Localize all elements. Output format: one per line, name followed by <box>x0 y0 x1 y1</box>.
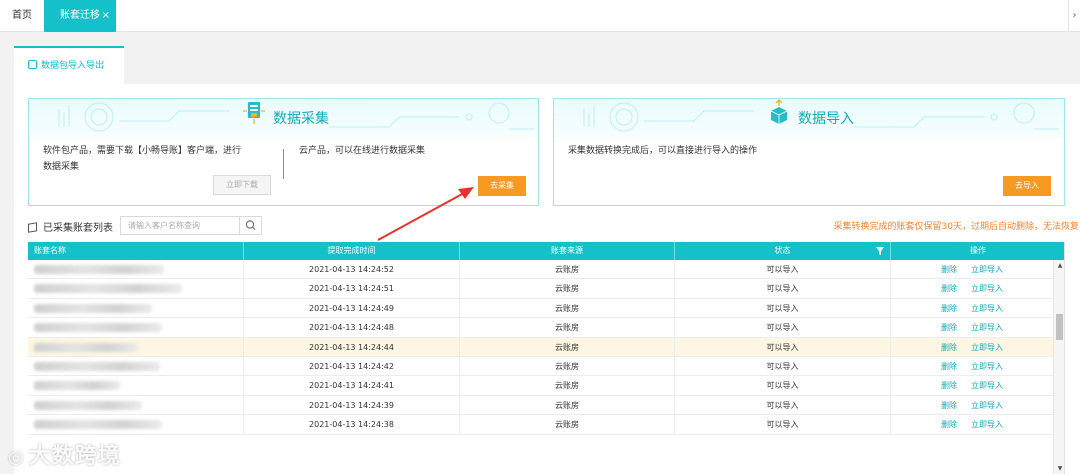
watermark-logo-icon: ◎ <box>8 447 25 468</box>
watermark: ◎ 大数跨境 <box>8 438 121 470</box>
arrow-annotation <box>377 187 474 241</box>
watermark-text: 大数跨境 <box>28 444 121 469</box>
